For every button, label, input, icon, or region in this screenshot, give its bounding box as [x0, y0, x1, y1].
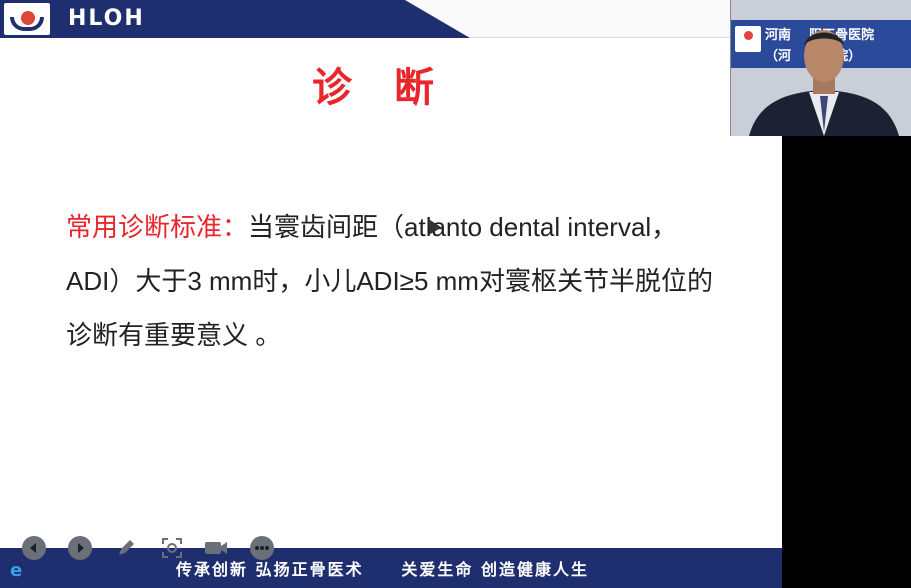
footer-slogan: 传承创新 弘扬正骨医术 关爱生命 创造健康人生 — [176, 560, 589, 579]
e-logo-icon: e — [10, 560, 23, 581]
presenter-image — [749, 30, 899, 136]
pen-icon[interactable] — [114, 536, 138, 560]
zoom-icon[interactable] — [160, 536, 184, 560]
camera-icon[interactable] — [204, 536, 228, 560]
slide-title: 诊 断 — [312, 64, 448, 111]
webcam-video: HLOH 河南 阳正骨医院 （河 科医院） — [730, 0, 911, 136]
more-icon[interactable] — [250, 536, 274, 560]
prev-slide-icon[interactable] — [22, 536, 46, 560]
logo-text: HLOH — [68, 6, 145, 31]
next-slide-icon[interactable] — [68, 536, 92, 560]
slide-body: 常用诊断标准：当寰齿间距（atlanto dental interval，ADI… — [66, 200, 726, 362]
presentation-slide: HLOH 诊 断 常用诊断标准：当寰齿间距（atlanto dental int… — [0, 0, 782, 588]
hospital-logo-icon — [4, 3, 50, 35]
body-label: 常用诊断标准： — [66, 212, 249, 242]
